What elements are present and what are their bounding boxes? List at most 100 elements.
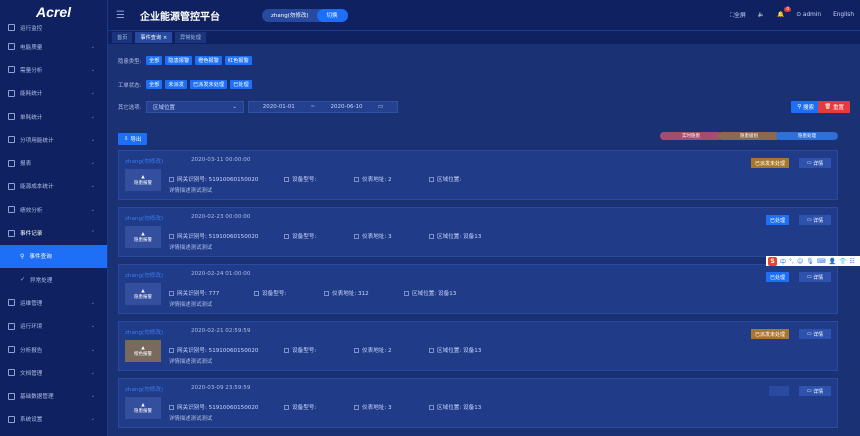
area-select[interactable]: 区域位置 ⌄ [146,101,244,113]
sidebar-item-8[interactable]: 事件记录 ⌃ [0,221,107,244]
menu-item-icon [8,392,15,400]
chevron-down-icon: ⌄ [90,323,95,330]
detail-button[interactable]: ▭ 详情 [799,329,831,339]
device-icon [284,347,289,353]
event-card: zhang(勿修改) 2020-03-09 23:59:59 ▲ 隐患报警 网关识… [118,378,838,428]
type-chip-hazard[interactable]: 隐患报警 [165,56,193,65]
tab-strip: 首页 事件查询 × 异常处理 [108,30,860,44]
close-tab-icon[interactable]: × [163,35,167,41]
chevron-down-icon: ⌄ [90,346,95,353]
sidebar-item-after-3[interactable]: 文档管理 ⌄ [0,361,107,384]
event-status-badge: 已派发未处理 [750,329,789,339]
sidebar-item-7[interactable]: 绩效分析 ⌄ [0,198,107,221]
sidebar-sub-abnormal[interactable]: ✓ 异常处理 [0,268,107,291]
user-menu[interactable]: ⊙ admin [796,12,821,18]
export-button[interactable]: ⇩ 导出 [118,133,148,145]
type-chip-red[interactable]: 红色报警 [224,56,252,65]
sidebar-item-after-4[interactable]: 基础数据管理 ⌄ [0,384,107,407]
event-status-badge: 已处理 [765,215,789,225]
ime-emoji-icon[interactable]: ☺ [797,258,803,265]
sidebar-item-3[interactable]: 单耗统计 ⌄ [0,105,107,128]
search-button[interactable]: ⚲ 搜索 [791,101,820,113]
device-icon [284,176,289,182]
event-time: 2020-02-23 00:00:00 [191,214,251,220]
ime-keyboard-icon[interactable]: ⌨ [817,258,826,265]
acrel-logo[interactable]: Acrel [0,0,107,24]
event-user[interactable]: zhang(勿修改) [125,385,163,393]
date-end: 2020-06-10 [330,104,363,110]
detail-button[interactable]: ▭ 详情 [799,272,831,282]
sidebar-item-after-2[interactable]: 分析报告 ⌄ [0,338,107,361]
ime-menu-icon[interactable]: ☷ [849,258,854,265]
gateway-icon [169,176,174,182]
sidebar-item-5[interactable]: 报表 ⌄ [0,151,107,174]
sidebar-item-0[interactable]: 电能质量 ⌄ [0,35,107,58]
status-chip-undispatched[interactable]: 未派发 [165,80,187,89]
event-card: zhang(勿修改) 2020-02-24 01:00:00 ▲ 隐患报警 网关识… [118,264,838,314]
event-description: 详情描述测试测试 [169,245,213,251]
sidebar-item-after-5[interactable]: 系统设置 ⌄ [0,408,107,431]
menu-item-icon [8,159,15,167]
status-chip-dispatched[interactable]: 已派发未处理 [189,80,228,89]
ime-mic-icon[interactable]: 🎙 [806,258,814,265]
tab-abnormal[interactable]: 异常处理 [175,32,206,43]
switch-button[interactable]: 切换 [316,8,348,22]
detail-button[interactable]: ▭ 详情 [799,215,831,225]
ime-toolbar[interactable]: S 中 °, ☺ 🎙 ⌨ 👤 👕 ☷ [766,256,860,266]
area-icon [404,290,409,296]
sidebar-sub-event-query[interactable]: ⚲ 事件查询 [0,244,107,268]
ime-mode[interactable]: 中 [780,257,786,266]
event-user[interactable]: zhang(勿修改) [125,157,163,165]
status-chip-done[interactable]: 已处理 [230,80,252,89]
language-switch[interactable]: English [833,12,854,18]
chevron-down-icon: ⌄ [90,183,95,190]
menu-item-icon [8,43,15,51]
work-order-filter: 工单状态: 全部 未派发 已派发未处理 已处理 [118,80,255,89]
type-chip-orange[interactable]: 橙色报警 [195,56,222,65]
sidebar-item-4[interactable]: 分项用能统计 ⌄ [0,128,107,151]
ime-punct-icon[interactable]: °, [789,258,794,265]
event-type-badge: ▲ 隐患报警 [125,169,161,191]
platform-title: 企业能源管控平台 [140,11,220,23]
address-icon [354,404,359,410]
area-field: 区域位置: 设备13 [404,289,456,297]
sidebar-item-after-0[interactable]: 运维管理 ⌄ [0,291,107,314]
main-content: 隐患类型: 全部 隐患报警 橙色报警 红色报警 工单状态: 全部 未派发 已派发… [108,44,860,436]
sidebar-item-2[interactable]: 能耗统计 ⌄ [0,82,107,105]
menu-item-icon [8,229,15,237]
reset-label: 重置 [832,105,844,111]
hazard-type-filter: 隐患类型: 全部 隐患报警 橙色报警 红色报警 [118,56,255,65]
top-bar: ☰ 企业能源管控平台 zhang(勿修改) 切换 ⛶全屏 🔈 🔔 0 ⊙ admi… [108,0,860,30]
fullscreen-button[interactable]: ⛶全屏 [730,10,746,20]
hazard-type-label: 隐患类型: [118,58,142,65]
bell-icon[interactable]: 🔔 0 [777,7,792,18]
side-menu: 运行监控 电能质量 ⌄ 需量分析 ⌄ 能耗统计 ⌄ 单耗统计 ⌄ 分项用能统计 ⌄ 报表 ⌄ 能源成本统计… [0,24,107,436]
reset-button[interactable]: 🗑 重置 [818,101,850,113]
sidebar-item-partial[interactable]: 运行监控 [0,24,107,35]
gateway-icon [169,233,174,239]
date-range-picker[interactable]: 2020-01-01 ~ 2020-06-10 ▭ [248,101,398,113]
detail-button[interactable]: ▭ 详情 [799,386,831,396]
event-user[interactable]: zhang(勿修改) [125,214,163,222]
sidebar-item-after-1[interactable]: 运行环境 ⌄ [0,315,107,338]
volume-icon[interactable]: 🔈 [758,12,765,18]
date-start: 2020-01-01 [262,104,295,110]
area-field: 区域位置: [429,175,461,183]
sidebar-item-6[interactable]: 能源成本统计 ⌄ [0,175,107,198]
type-chip-all[interactable]: 全部 [146,56,163,65]
tab-home[interactable]: 首页 [112,32,133,43]
menu-item-icon [8,206,15,214]
menu-toggle-icon[interactable]: ☰ [116,10,136,21]
tab-event-query[interactable]: 事件查询 × [135,32,173,43]
menu-item-icon [8,89,15,97]
detail-button[interactable]: ▭ 详情 [799,158,831,168]
ime-user-icon[interactable]: 👤 [829,258,836,265]
sidebar-item-1[interactable]: 需量分析 ⌄ [0,58,107,81]
event-user[interactable]: zhang(勿修改) [125,328,163,336]
status-chip-all[interactable]: 全部 [146,80,163,89]
event-description: 详情描述测试测试 [169,188,213,194]
event-user[interactable]: zhang(勿修改) [125,271,163,279]
ime-skin-icon[interactable]: 👕 [839,258,846,265]
sidebar-item-after-6[interactable]: 日志管理⌄ [0,431,107,436]
menu-item-icon [8,415,15,423]
